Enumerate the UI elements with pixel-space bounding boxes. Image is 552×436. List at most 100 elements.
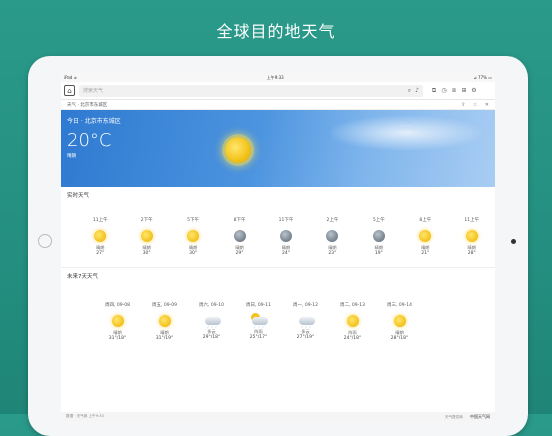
sun-icon	[187, 230, 200, 242]
hour-temperature: 29°	[235, 251, 244, 256]
hourly-item: 11上午 晴朗 28°	[449, 217, 495, 257]
hourly-title: 实时天气	[67, 193, 90, 199]
breadcrumb-path: 天气 · 北京市东城区	[67, 102, 108, 108]
settings-icon[interactable]: ⚙	[469, 87, 479, 95]
day-date: 周四, 09-08	[105, 303, 130, 308]
daily-item: 周六, 09-10/ / / 多云 29°/18°	[188, 302, 235, 342]
status-battery: ⊿ 77% ▭	[473, 75, 492, 80]
search-icon[interactable]: ⌕	[408, 87, 411, 95]
sun-icon	[94, 230, 107, 242]
hour-time: 11下午	[278, 218, 294, 223]
hourly-item: 11上午 晴朗 27°	[77, 217, 123, 257]
hour-temperature: 27°	[96, 251, 105, 256]
day-date: 周日, 09-11	[246, 303, 271, 308]
hour-temperature: 23°	[328, 251, 337, 256]
daily-item: 周一, 09-12/ / / 多云 27°/19°	[282, 302, 329, 342]
hourly-item: 11下午 晴朗 24°	[263, 217, 309, 257]
star-icon[interactable]: ☆	[473, 102, 477, 108]
moon-icon	[279, 230, 292, 242]
hour-time: 11上午	[464, 218, 480, 223]
day-date: 周六, 09-10	[199, 303, 224, 308]
history-icon[interactable]: ◷	[439, 87, 449, 95]
day-date: 周五, 09-09	[152, 303, 177, 308]
details-line: ····· ·····	[399, 129, 412, 134]
daily-forecast: 周四, 09-08 晴朗 31°/18° 周五, 09-09 晴朗 31°/19° 周六, …	[61, 302, 495, 342]
microphone-icon[interactable]: ♪	[415, 87, 419, 94]
hourly-item: 5上午 晴朗 19°	[356, 217, 402, 257]
sun-icon	[419, 230, 432, 242]
hour-time: 8上午	[419, 218, 432, 223]
hour-temperature: 24°	[281, 251, 290, 256]
home-button[interactable]	[38, 234, 52, 248]
footer-provider-label: 天气提供商	[444, 414, 463, 419]
status-carrier: iPad ≑	[64, 75, 77, 80]
hourly-item: 2上午 晴朗 23°	[309, 217, 355, 257]
cloud-icon: / / /	[295, 313, 317, 329]
moon-icon	[233, 230, 246, 242]
day-date: 周二, 09-13	[340, 303, 365, 308]
day-temperature: 31°/19°	[155, 336, 174, 341]
hour-temperature: 19°	[374, 251, 383, 256]
page-headline: 全球目的地天气	[216, 22, 336, 41]
breadcrumb: 天气 · 北京市东城区 ⇪ ☆ ✕	[61, 100, 495, 110]
current-temperature: 20°C	[67, 130, 112, 151]
sun-icon	[225, 137, 251, 163]
close-icon[interactable]: ✕	[485, 102, 489, 108]
copy-icon[interactable]: ⧉	[429, 87, 439, 95]
day-temperature: 31°/18°	[108, 336, 127, 341]
daily-item: 周日, 09-11/ / / 阵雨 25°/17°	[235, 302, 282, 342]
current-details: ····· ····· ····· ·····	[399, 124, 412, 135]
hourly-item: 5下午 晴朗 30°	[170, 217, 216, 257]
moon-icon	[372, 230, 385, 242]
hourly-forecast: 11上午 晴朗 27° 2下午 晴朗 30° 5下午 晴朗 30° 8下午 晴朗 29° 11下午 晴朗 2…	[61, 217, 495, 257]
hour-time: 5下午	[187, 218, 200, 223]
search-placeholder: 搜索天气	[83, 88, 104, 94]
home-icon[interactable]: ⌂	[64, 85, 75, 96]
current-location: 今日 · 北京市东城区	[67, 118, 121, 125]
moon-icon	[326, 230, 339, 242]
daily-item: 周四, 09-08 晴朗 31°/18°	[94, 302, 141, 342]
day-date: 周一, 09-12	[293, 303, 318, 308]
nav-bar: ⌂ 搜索天气 ⌕ ♪ ⧉ ◷ ⧈ ⊞ ⚙	[61, 82, 495, 100]
share-icon[interactable]: ⇪	[461, 102, 465, 108]
provider-logo[interactable]: 中国天气网	[470, 414, 490, 419]
sun-icon	[465, 230, 478, 242]
sun-icon	[111, 315, 124, 327]
hour-time: 8下午	[233, 218, 246, 223]
hour-temperature: 21°	[421, 251, 430, 256]
status-time: 上午9:33	[266, 74, 284, 80]
search-input[interactable]: 搜索天气 ⌕ ♪	[79, 84, 423, 97]
current-condition: 晴朗	[67, 154, 76, 159]
hour-temperature: 30°	[189, 251, 198, 256]
sun-icon	[140, 230, 153, 242]
ipad-frame: iPad ≑ 上午9:33 ⊿ 77% ▭ ⌂ 搜索天气 ⌕ ♪ ⧉ ◷ ⧈ ⊞…	[28, 56, 528, 436]
translate-icon[interactable]: ⧈	[449, 87, 459, 95]
sun-icon	[393, 315, 406, 327]
hour-temperature: 28°	[467, 251, 476, 256]
hour-time: 5上午	[372, 218, 385, 223]
tabs-icon[interactable]: ⊞	[459, 87, 469, 95]
footer: 数据 · 天气网 上午9:33 天气提供商 中国天气网	[61, 412, 495, 421]
day-temperature: 24°/18°	[343, 336, 362, 341]
hour-time: 11上午	[92, 218, 108, 223]
details-line: ····· ·····	[399, 124, 412, 128]
day-date: 周三, 09-14	[387, 303, 412, 308]
daily-item: 周三, 09-14 晴朗 28°/18°	[376, 302, 423, 342]
sun-icon	[346, 315, 359, 327]
footer-source: 数据 · 天气网 上午9:33	[66, 414, 104, 418]
daily-item: 周五, 09-09 晴朗 31°/19°	[141, 302, 188, 342]
day-temperature: 28°/18°	[390, 336, 409, 341]
hour-time: 2上午	[326, 218, 339, 223]
camera-dot	[511, 239, 516, 244]
hourly-item: 8下午 晴朗 29°	[216, 217, 262, 257]
hour-time: 2下午	[140, 218, 153, 223]
app-screen: iPad ≑ 上午9:33 ⊿ 77% ▭ ⌂ 搜索天气 ⌕ ♪ ⧉ ◷ ⧈ ⊞…	[61, 73, 495, 421]
toolbar: ⧉ ◷ ⧈ ⊞ ⚙	[429, 87, 479, 95]
cloud-icon: / / /	[201, 313, 223, 329]
hourly-item: 8上午 晴朗 21°	[402, 217, 448, 257]
day-temperature: 25°/17°	[249, 335, 268, 340]
daily-item: 周二, 09-13 阵雨 24°/18°	[329, 302, 376, 342]
status-bar: iPad ≑ 上午9:33 ⊿ 77% ▭	[61, 73, 495, 82]
hourly-item: 2下午 晴朗 30°	[123, 217, 169, 257]
sun-icon	[158, 315, 171, 327]
